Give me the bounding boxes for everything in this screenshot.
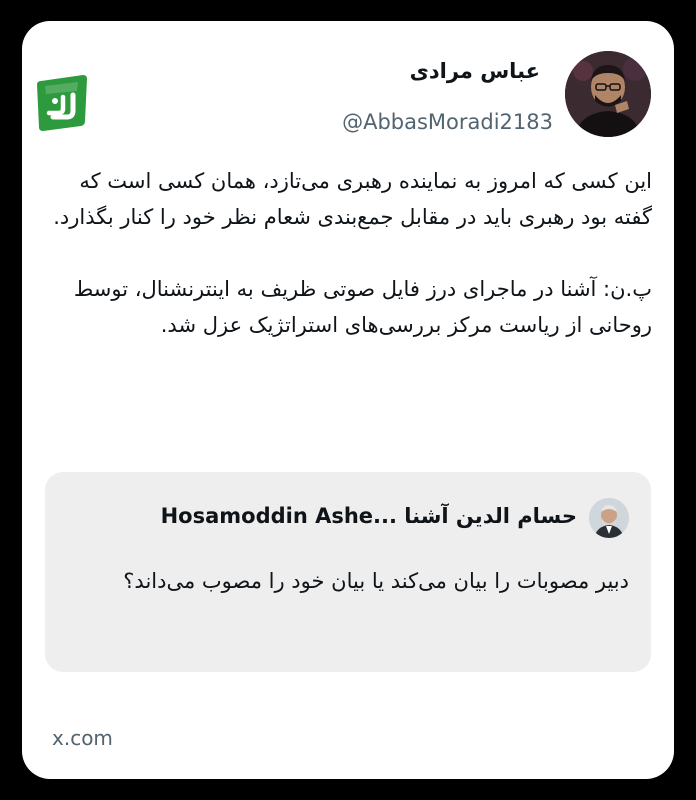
source-link[interactable]: x.com [52,726,113,750]
tweet-card: عباس مرادی @AbbasMoradi2183 این کسی که ا… [22,21,674,779]
raja-news-logo [33,71,89,133]
tweet-paragraph: پ.ن: آشنا در ماجرای درز فایل صوتی ظریف ب… [73,277,652,337]
quoted-author-name: حسام الدین آشنا ...Hosamoddin Ashe [160,504,577,528]
author-avatar[interactable] [565,51,651,137]
tweet-paragraph: این کسی که امروز به نماینده رهبری می‌تاز… [53,169,652,229]
quoted-tweet-text: دبیر مصوبات را بیان می‌کند یا بیان خود ر… [123,569,629,593]
author-display-name[interactable]: عباس مرادی [410,59,540,83]
author-handle[interactable]: @AbbasMoradi2183 [342,110,553,134]
tweet-text: این کسی که امروز به نماینده رهبری می‌تاز… [52,163,652,343]
quoted-author-avatar [589,498,629,538]
quoted-tweet[interactable]: حسام الدین آشنا ...Hosamoddin Ashe دبیر … [45,472,651,672]
